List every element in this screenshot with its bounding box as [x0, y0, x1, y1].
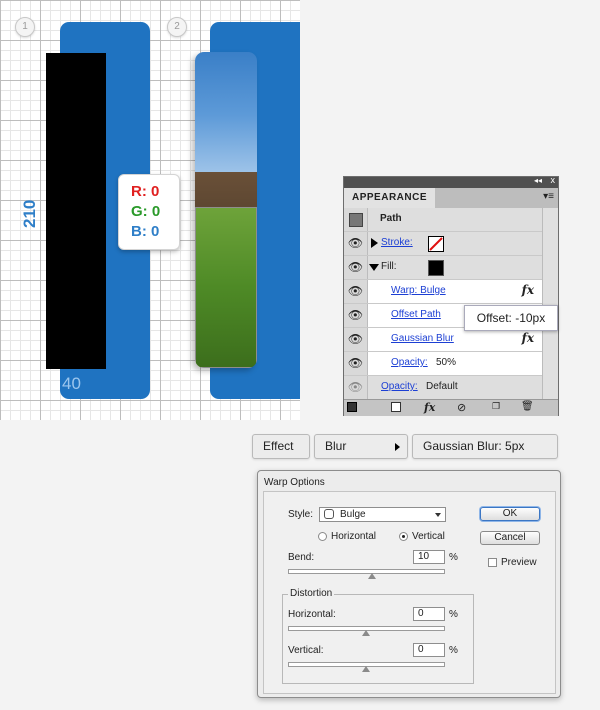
gaussian-blur-menu-item[interactable]: Gaussian Blur: 5px: [412, 434, 558, 459]
fill-opacity-link[interactable]: Opacity:: [391, 357, 428, 368]
dialog-body: Style: Bulge Horizontal Vertical Bend: 1…: [263, 491, 556, 694]
path-label: Path: [380, 213, 402, 224]
width-dimension-label: 40: [62, 374, 81, 393]
dist-vertical-slider-thumb[interactable]: [362, 666, 370, 672]
photo-field: [195, 207, 257, 368]
effect-row[interactable]: 👁 Gaussian Blur fx: [344, 328, 542, 352]
add-fill-icon[interactable]: [391, 402, 401, 412]
eye-icon[interactable]: 👁: [344, 304, 368, 327]
style-value: Bulge: [340, 509, 366, 520]
rgb-color-readout: R: 0 G: 0 B: 0: [118, 174, 180, 250]
eye-icon[interactable]: 👁: [344, 232, 368, 255]
cancel-button[interactable]: Cancel: [480, 531, 540, 545]
dist-horizontal-label: Horizontal:: [288, 609, 336, 620]
path-row[interactable]: Path: [344, 208, 542, 232]
bend-input[interactable]: 10: [413, 550, 445, 564]
vertical-radio-label: Vertical: [412, 531, 445, 542]
bend-label: Bend:: [288, 552, 315, 563]
bend-slider-track[interactable]: [288, 569, 445, 574]
stroke-none-swatch-icon[interactable]: [428, 236, 444, 252]
panel-menu-icon[interactable]: ▾≡: [543, 191, 554, 202]
distortion-group: [282, 594, 474, 684]
bend-percent: %: [449, 552, 458, 563]
add-effect-fx-icon[interactable]: fx: [424, 401, 435, 414]
eye-icon[interactable]: 👁: [344, 280, 368, 303]
photo-sky: [195, 52, 257, 192]
expand-arrow-icon[interactable]: [371, 238, 378, 248]
gaussian-blur-link[interactable]: Gaussian Blur: [391, 333, 454, 344]
vertical-radio[interactable]: [399, 532, 408, 541]
fill-swatch[interactable]: [428, 260, 444, 276]
tab-appearance[interactable]: APPEARANCE: [344, 188, 436, 208]
chevron-down-icon: [435, 513, 441, 517]
height-dimension-label: 210: [20, 199, 39, 228]
path-thumbnail-icon: [344, 208, 368, 231]
object-opacity-value: Default: [426, 381, 458, 392]
black-rectangle: [46, 53, 106, 369]
distortion-label: Distortion: [288, 588, 335, 599]
stroke-link[interactable]: Stroke:: [381, 237, 413, 248]
landscape-photo: [195, 52, 257, 368]
appearance-panel: ◂◂ x APPEARANCE ▾≡ Path 👁 Stroke: 👁 Fill…: [343, 175, 559, 416]
preview-checkbox[interactable]: [488, 558, 497, 567]
clear-appearance-icon[interactable]: ⊘: [457, 401, 466, 414]
ok-button[interactable]: OK: [480, 507, 540, 521]
eye-icon[interactable]: 👁: [344, 256, 368, 279]
g-value: G: 0: [131, 203, 161, 220]
eye-icon[interactable]: 👁: [344, 376, 368, 399]
stroke-row[interactable]: 👁 Stroke:: [344, 232, 542, 256]
fx-icon[interactable]: fx: [522, 331, 534, 345]
add-stroke-icon[interactable]: [347, 402, 357, 412]
panel-titlebar[interactable]: ◂◂ x: [344, 175, 558, 188]
effect-row[interactable]: 👁 Warp: Bulge fx: [344, 280, 542, 304]
step-1-badge: 1: [15, 17, 35, 37]
horizontal-radio[interactable]: [318, 532, 327, 541]
eye-icon[interactable]: 👁: [344, 328, 368, 351]
fill-row[interactable]: 👁 Fill:: [344, 256, 542, 280]
offset-tooltip: Offset: -10px: [464, 305, 558, 331]
collapse-icon[interactable]: ◂◂: [534, 176, 542, 185]
dist-horizontal-percent: %: [449, 609, 458, 620]
fill-label: Fill:: [381, 261, 397, 272]
bend-slider-thumb[interactable]: [368, 573, 376, 579]
delete-item-icon[interactable]: 🗑: [521, 401, 534, 412]
dist-vertical-percent: %: [449, 645, 458, 656]
fill-opacity-row[interactable]: 👁 Opacity: 50%: [344, 352, 542, 376]
offset-path-link[interactable]: Offset Path: [391, 309, 441, 320]
object-opacity-link[interactable]: Opacity:: [381, 381, 418, 392]
style-select[interactable]: Bulge: [319, 507, 446, 522]
panel-tab-row: APPEARANCE ▾≡: [344, 188, 558, 209]
blur-label: Blur: [325, 439, 347, 453]
object-opacity-row[interactable]: 👁 Opacity: Default: [344, 376, 542, 400]
dist-vertical-input[interactable]: 0: [413, 643, 445, 657]
fill-opacity-value: 50%: [436, 357, 457, 368]
warp-bulge-link[interactable]: Warp: Bulge: [391, 285, 446, 296]
effect-menu-item[interactable]: Effect: [252, 434, 310, 459]
panel-bottom-toolbar: fx ⊘ ❐ 🗑: [344, 399, 558, 416]
bulge-icon: [324, 509, 334, 519]
eye-icon[interactable]: 👁: [344, 352, 368, 375]
close-icon[interactable]: x: [551, 175, 556, 185]
warp-options-dialog: Warp Options Style: Bulge Horizontal Ver…: [257, 470, 561, 698]
dist-horizontal-slider-thumb[interactable]: [362, 630, 370, 636]
dialog-title: Warp Options: [264, 477, 325, 488]
fx-icon[interactable]: fx: [522, 283, 534, 297]
blur-menu-item[interactable]: Blur: [314, 434, 408, 459]
horizontal-radio-label: Horizontal: [331, 531, 377, 542]
step-2-badge: 2: [167, 17, 187, 37]
dist-vertical-label: Vertical:: [288, 645, 324, 656]
collapse-arrow-icon[interactable]: [369, 264, 379, 271]
r-value: R: 0: [131, 183, 160, 200]
b-value: B: 0: [131, 223, 160, 240]
preview-label: Preview: [501, 557, 537, 568]
style-label: Style:: [288, 509, 314, 520]
duplicate-item-icon[interactable]: ❐: [492, 401, 500, 412]
dist-horizontal-input[interactable]: 0: [413, 607, 445, 621]
submenu-arrow-icon: [395, 443, 400, 451]
